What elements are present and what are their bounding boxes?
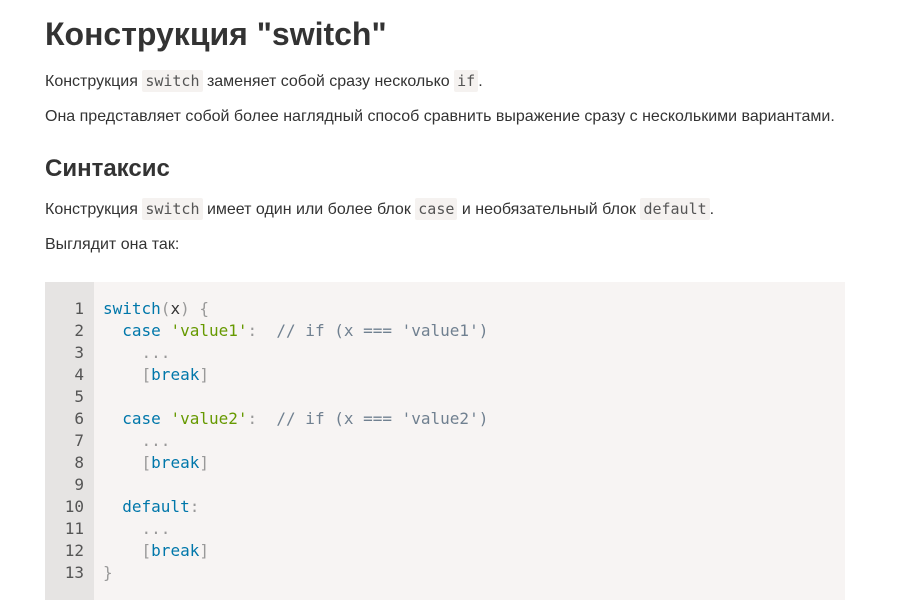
line-number: 1 (74, 299, 84, 318)
inline-code-switch: switch (142, 70, 203, 92)
line-number: 4 (74, 365, 84, 384)
text: и необязательный блок (457, 201, 641, 218)
code-token: break (151, 541, 200, 560)
code-token: // if (x === 'value2') (257, 409, 489, 428)
code-block[interactable]: 1 2 3 4 5 6 7 8 9 10 11 12 13 switch(x) { case 'valu… (45, 282, 845, 600)
line-number: 11 (64, 519, 84, 538)
code-token: break (151, 453, 200, 472)
text: заменяет собой сразу несколько (202, 73, 455, 90)
text: Конструкция (45, 201, 143, 218)
code-token: ) { (180, 299, 209, 318)
line-number: 5 (74, 387, 84, 406)
code-token: : (247, 321, 258, 340)
code-token: : (247, 409, 258, 428)
code-line: case 'value2': // if (x === 'value2') (103, 408, 488, 430)
code-token: default (122, 497, 190, 516)
code-content[interactable]: switch(x) { case 'value1': // if (x === … (94, 282, 488, 600)
code-token: [ (141, 453, 152, 472)
syntax-paragraph-1: Конструкция switch имеет один или более … (45, 198, 714, 221)
code-line: ... (103, 342, 488, 364)
code-token: : (189, 497, 200, 516)
line-number: 9 (74, 475, 84, 494)
inline-code-case: case (415, 198, 458, 220)
code-token: ... (141, 431, 171, 450)
text: . (709, 201, 715, 218)
code-token: 'value1' (170, 321, 248, 340)
line-number: 3 (74, 343, 84, 362)
inline-code-switch: switch (142, 198, 203, 220)
code-token: [ (141, 365, 152, 384)
code-token: 'value2' (170, 409, 248, 428)
code-token: ] (199, 453, 209, 472)
line-number: 6 (74, 409, 84, 428)
code-token: case (122, 321, 161, 340)
code-line: switch(x) { (103, 298, 488, 320)
text: имеет один или более блок (202, 201, 416, 218)
line-number: 12 (64, 541, 84, 560)
text: . (478, 73, 483, 90)
line-number: 7 (74, 431, 84, 450)
line-numbers-gutter: 1 2 3 4 5 6 7 8 9 10 11 12 13 (45, 282, 94, 600)
syntax-paragraph-2: Выглядит она так: (45, 236, 180, 253)
intro-paragraph-2: Она представляет собой более наглядный с… (45, 108, 835, 125)
code-token: case (122, 409, 161, 428)
line-number: 13 (64, 563, 84, 582)
inline-code-default: default (640, 198, 710, 220)
code-token: switch (103, 299, 161, 318)
intro-paragraph-1: Конструкция switch заменяет собой сразу … (45, 70, 483, 93)
code-token: // if (x === 'value1') (257, 321, 489, 340)
code-line: [break] (103, 364, 488, 386)
code-token: ... (141, 343, 171, 362)
code-token: ... (141, 519, 171, 538)
code-token: ] (199, 541, 209, 560)
line-number: 8 (74, 453, 84, 472)
code-line: [break] (103, 540, 488, 562)
code-token: break (151, 365, 200, 384)
code-token: } (103, 563, 113, 582)
code-line: [break] (103, 452, 488, 474)
code-token: ] (199, 365, 209, 384)
code-line: case 'value1': // if (x === 'value1') (103, 320, 488, 342)
inline-code-if: if (454, 70, 479, 92)
code-line: default: (103, 496, 488, 518)
code-line: } (103, 562, 488, 584)
page-title: Конструкция "switch" (45, 16, 387, 52)
text: Конструкция (45, 73, 143, 90)
line-number: 10 (64, 497, 84, 516)
code-line: ... (103, 430, 488, 452)
section-heading-syntax: Синтаксис (45, 155, 170, 182)
line-number: 2 (74, 321, 84, 340)
code-token: [ (141, 541, 152, 560)
code-token: x (170, 299, 181, 318)
code-token: ( (160, 299, 171, 318)
code-line: ... (103, 518, 488, 540)
